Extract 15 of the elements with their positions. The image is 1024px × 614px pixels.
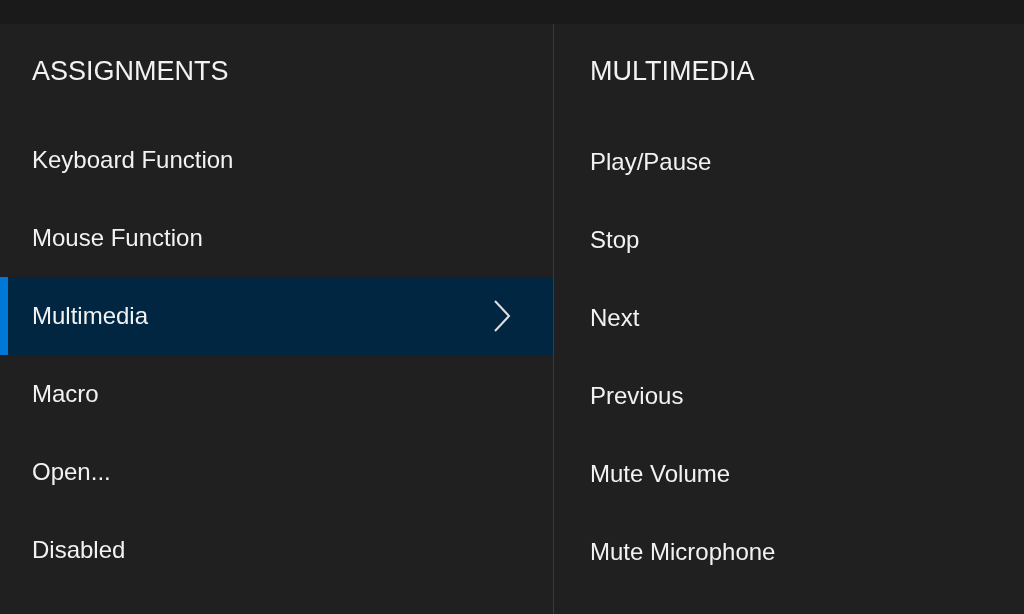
menu-item[interactable]: Stop bbox=[554, 199, 1024, 277]
section-title: ASSIGNMENTS bbox=[32, 54, 229, 88]
menu-item[interactable]: Play/Pause bbox=[554, 121, 1024, 199]
menu-item[interactable]: Macro bbox=[0, 355, 553, 433]
menu-item[interactable]: Mute Volume bbox=[554, 433, 1024, 511]
chevron-right-icon bbox=[493, 299, 511, 333]
menu-item[interactable]: Open... bbox=[0, 433, 553, 511]
menu-item[interactable]: Next bbox=[554, 277, 1024, 355]
menu-item[interactable]: Disabled bbox=[0, 511, 553, 589]
menu-item[interactable]: Keyboard Function bbox=[0, 121, 553, 199]
section-title: MULTIMEDIA bbox=[590, 54, 755, 88]
menu-item[interactable]: Mute Microphone bbox=[554, 511, 1024, 589]
menu-item[interactable]: Previous bbox=[554, 355, 1024, 433]
menu-item[interactable]: Multimedia bbox=[0, 277, 553, 355]
menu-item[interactable]: Mouse Function bbox=[0, 199, 553, 277]
